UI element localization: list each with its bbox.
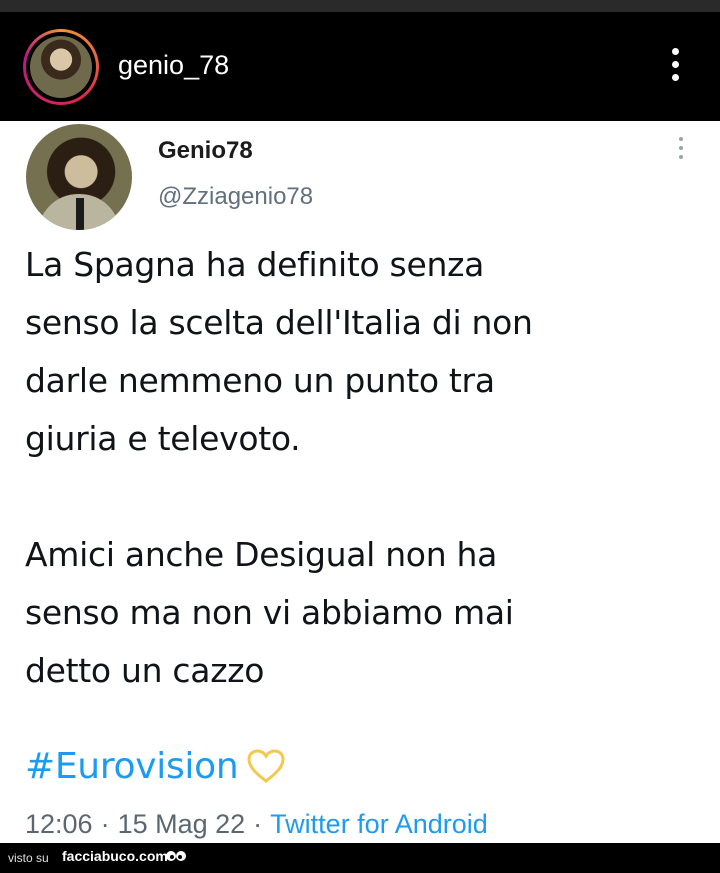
eyes-logo-icon xyxy=(166,851,186,861)
visto-su-label: visto su xyxy=(8,851,49,865)
tweet-text-line: Amici anche Desigual non ha xyxy=(25,535,498,574)
facciabuco-logo-text[interactable]: facciabuco.com xyxy=(62,848,168,864)
avatar-photo xyxy=(30,36,92,98)
watermark-footer: visto su facciabuco.com xyxy=(0,843,720,873)
tweet-time: 12:06 xyxy=(25,809,93,839)
instagram-username[interactable]: genio_78 xyxy=(118,50,229,81)
instagram-story-header: genio_78 xyxy=(0,12,720,121)
separator-dot: · xyxy=(253,809,263,839)
tweet-card: Genio78 @Zziagenio78 La Spagna ha defini… xyxy=(0,121,720,843)
tweet-text-line: detto un cazzo xyxy=(25,651,265,690)
tweet-text-line: giuria e televoto. xyxy=(25,419,301,458)
yellow-heart-icon xyxy=(247,749,285,783)
separator-dot: · xyxy=(100,809,110,839)
tweet-text-line: darle nemmeno un punto tra xyxy=(25,361,495,400)
tweet-text-line: La Spagna ha definito senza xyxy=(25,245,485,284)
tweet-display-name[interactable]: Genio78 xyxy=(158,137,253,165)
tweet-text-line: senso la scelta dell'Italia di non xyxy=(25,303,533,342)
more-options-icon[interactable] xyxy=(663,48,687,88)
hashtag-link[interactable]: #Eurovision xyxy=(25,746,239,787)
avatar-border xyxy=(26,32,96,102)
hashtag-row: #Eurovision xyxy=(25,741,286,791)
profile-avatar[interactable] xyxy=(23,29,99,105)
tweet-date: 15 Mag 22 xyxy=(117,809,246,839)
tweet-metadata: 12:06 · 15 Mag 22 · Twitter for Android xyxy=(25,809,488,840)
avatar-tie xyxy=(76,198,84,230)
tweet-source-link[interactable]: Twitter for Android xyxy=(270,809,488,839)
tweet-text-line: senso ma non vi abbiamo mai xyxy=(25,593,514,632)
tweet-handle[interactable]: @Zziagenio78 xyxy=(158,183,313,211)
top-status-strip xyxy=(0,0,720,12)
tweet-text: La Spagna ha definito senza senso la sce… xyxy=(25,236,685,700)
tweet-more-icon[interactable] xyxy=(676,137,686,167)
tweet-author-avatar[interactable] xyxy=(26,124,132,230)
